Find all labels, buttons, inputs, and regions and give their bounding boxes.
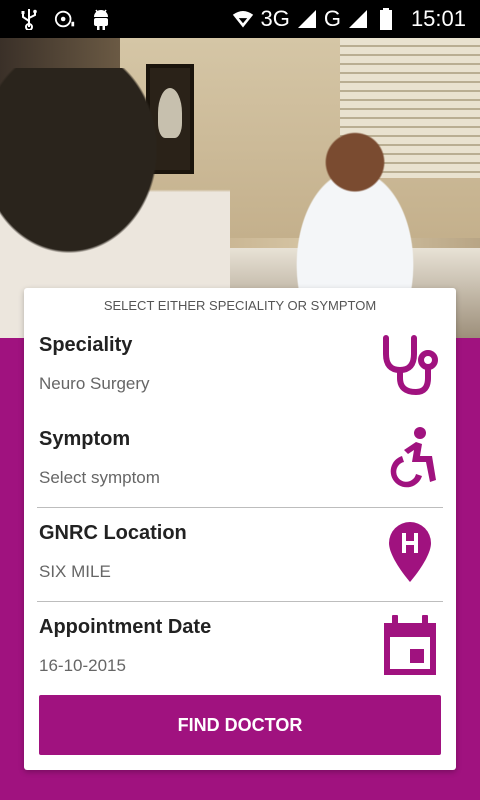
appointment-date-value[interactable]: 16-10-2015: [39, 656, 126, 676]
location-value[interactable]: SIX MILE: [39, 562, 111, 582]
signal-icon: [347, 8, 369, 30]
status-bar: 3G G 15:01: [0, 0, 480, 38]
android-icon: [90, 8, 112, 30]
network-g-label: G: [323, 6, 341, 31]
location-label: GNRC Location: [39, 522, 187, 544]
clock: 15:01: [410, 6, 466, 31]
appointment-date-label: Appointment Date: [39, 616, 212, 638]
form-hint: SELECT EITHER SPECIALITY OR SYMPTOM: [103, 298, 377, 313]
symptom-value[interactable]: Select symptom: [39, 468, 160, 488]
location-field[interactable]: GNRC Location SIX MILE: [24, 508, 456, 602]
network-3g-label: 3G: [260, 6, 290, 31]
symptom-label: Symptom: [39, 428, 131, 450]
symptom-field[interactable]: Symptom Select symptom: [24, 414, 456, 508]
appointment-date-field[interactable]: Appointment Date 16-10-2015: [24, 602, 456, 696]
media-notification-icon: [54, 8, 76, 30]
wheelchair-icon[interactable]: [378, 424, 442, 492]
usb-icon: [18, 8, 40, 30]
signal-icon: [296, 8, 318, 30]
hospital-pin-icon[interactable]: [378, 518, 442, 586]
stethoscope-icon[interactable]: [378, 330, 442, 398]
speciality-label: Speciality: [39, 334, 133, 356]
find-doctor-card: SELECT EITHER SPECIALITY OR SYMPTOM Spec…: [24, 288, 456, 770]
calendar-icon[interactable]: [378, 612, 442, 680]
speciality-field[interactable]: Speciality Neuro Surgery: [24, 320, 456, 414]
wifi-icon: [232, 8, 254, 30]
speciality-value[interactable]: Neuro Surgery: [39, 374, 150, 394]
find-doctor-button[interactable]: FIND DOCTOR: [39, 695, 441, 755]
battery-icon: [375, 8, 397, 30]
